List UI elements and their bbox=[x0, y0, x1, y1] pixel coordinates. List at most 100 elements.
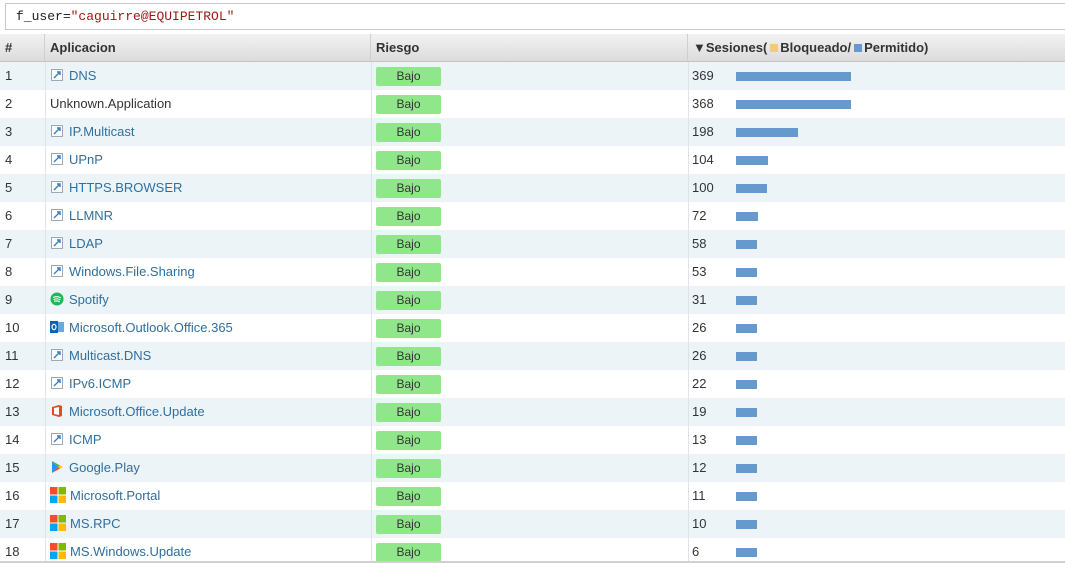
application-cell[interactable]: ICMP bbox=[45, 426, 371, 454]
risk-badge: Bajo bbox=[376, 375, 441, 394]
sessions-bar[interactable] bbox=[736, 380, 757, 389]
application-name[interactable]: IP.Multicast bbox=[69, 124, 135, 139]
sessions-bar[interactable] bbox=[736, 436, 757, 445]
table-row[interactable]: 11 Multicast.DNS Bajo 26 bbox=[0, 342, 1065, 370]
column-divider bbox=[371, 314, 372, 342]
filter-input[interactable]: f_user = "caguirre@EQUIPETROL" bbox=[5, 3, 1065, 30]
table-row[interactable]: 6 LLMNR Bajo 72 bbox=[0, 202, 1065, 230]
column-divider bbox=[371, 62, 372, 90]
application-cell[interactable]: Spotify bbox=[45, 286, 371, 314]
sessions-bar[interactable] bbox=[736, 240, 757, 249]
application-name[interactable]: DNS bbox=[69, 68, 96, 83]
row-index: 3 bbox=[5, 124, 13, 139]
risk-badge: Bajo bbox=[376, 179, 441, 198]
application-name[interactable]: ICMP bbox=[69, 432, 102, 447]
application-cell[interactable]: LDAP bbox=[45, 230, 371, 258]
application-name[interactable]: Microsoft.Outlook.Office.365 bbox=[69, 320, 233, 335]
table-row[interactable]: 13 Microsoft.Office.Update Bajo 19 bbox=[0, 398, 1065, 426]
sessions-bar[interactable] bbox=[736, 100, 851, 109]
table-row[interactable]: 4 UPnP Bajo 104 bbox=[0, 146, 1065, 174]
column-divider bbox=[688, 258, 689, 286]
application-name[interactable]: Spotify bbox=[69, 292, 109, 307]
application-cell[interactable]: MS.RPC bbox=[45, 510, 371, 538]
sessions-bar[interactable] bbox=[736, 324, 757, 333]
column-divider bbox=[688, 538, 689, 563]
application-name[interactable]: IPv6.ICMP bbox=[69, 376, 131, 391]
generic-app-icon bbox=[50, 64, 64, 81]
table-row[interactable]: 16 Microsoft.Portal Bajo 11 bbox=[0, 482, 1065, 510]
sessions-bar[interactable] bbox=[736, 212, 758, 221]
application-cell[interactable]: HTTPS.BROWSER bbox=[45, 174, 371, 202]
sessions-bar[interactable] bbox=[736, 464, 757, 473]
application-cell[interactable]: LLMNR bbox=[45, 202, 371, 230]
application-cell[interactable]: DNS bbox=[45, 62, 371, 90]
column-divider bbox=[688, 230, 689, 258]
table-row[interactable]: 8 Windows.File.Sharing Bajo 53 bbox=[0, 258, 1065, 286]
application-name[interactable]: Windows.File.Sharing bbox=[69, 264, 195, 279]
sessions-bar[interactable] bbox=[736, 548, 757, 557]
row-index: 10 bbox=[5, 320, 20, 335]
table-row[interactable]: 7 LDAP Bajo 58 bbox=[0, 230, 1065, 258]
application-cell[interactable]: Microsoft.Outlook.Office.365 bbox=[45, 314, 371, 342]
sessions-bar[interactable] bbox=[736, 72, 851, 81]
application-name[interactable]: LLMNR bbox=[69, 208, 113, 223]
table-row[interactable]: 12 IPv6.ICMP Bajo 22 bbox=[0, 370, 1065, 398]
application-cell[interactable]: Microsoft.Office.Update bbox=[45, 398, 371, 426]
application-name[interactable]: Multicast.DNS bbox=[69, 348, 151, 363]
column-header-index[interactable]: # bbox=[0, 34, 45, 61]
sessions-count: 10 bbox=[692, 516, 707, 531]
column-divider bbox=[371, 174, 372, 202]
allowed-legend-label: Permitido) bbox=[864, 40, 929, 55]
sessions-count: 198 bbox=[692, 124, 714, 139]
sessions-bar[interactable] bbox=[736, 352, 757, 361]
column-divider bbox=[688, 202, 689, 230]
table-row[interactable]: 15 Google.Play Bajo 12 bbox=[0, 454, 1065, 482]
column-header-sessions[interactable]: ▼Sesiones(Bloqueado/Permitido) bbox=[688, 34, 1065, 61]
application-cell[interactable]: IP.Multicast bbox=[45, 118, 371, 146]
sessions-count: 11 bbox=[692, 488, 706, 503]
table-row[interactable]: 10 Microsoft.Outlook.Office.365 Bajo 26 bbox=[0, 314, 1065, 342]
sessions-bar[interactable] bbox=[736, 156, 768, 165]
application-name[interactable]: Microsoft.Portal bbox=[70, 488, 160, 503]
table-row[interactable]: 14 ICMP Bajo 13 bbox=[0, 426, 1065, 454]
application-cell[interactable]: IPv6.ICMP bbox=[45, 370, 371, 398]
application-name[interactable]: MS.RPC bbox=[70, 516, 121, 531]
column-header-risk[interactable]: Riesgo bbox=[371, 34, 688, 61]
sessions-bar[interactable] bbox=[736, 128, 798, 137]
application-cell[interactable]: Microsoft.Portal bbox=[45, 482, 371, 510]
column-divider bbox=[688, 314, 689, 342]
column-header-application[interactable]: Aplicacion bbox=[45, 34, 371, 61]
table-row[interactable]: 1 DNS Bajo 369 bbox=[0, 62, 1065, 90]
table-row[interactable]: 18 MS.Windows.Update Bajo 6 bbox=[0, 538, 1065, 563]
application-cell[interactable]: Windows.File.Sharing bbox=[45, 258, 371, 286]
column-divider bbox=[371, 510, 372, 538]
table-row[interactable]: 17 MS.RPC Bajo 10 bbox=[0, 510, 1065, 538]
table-row[interactable]: 5 HTTPS.BROWSER Bajo 100 bbox=[0, 174, 1065, 202]
windows-logo-icon bbox=[50, 485, 66, 503]
table-row[interactable]: 9 Spotify Bajo 31 bbox=[0, 286, 1065, 314]
table-row[interactable]: 2 Unknown.Application Bajo 368 bbox=[0, 90, 1065, 118]
application-cell[interactable]: MS.Windows.Update bbox=[45, 538, 371, 563]
risk-badge: Bajo bbox=[376, 263, 441, 282]
application-cell[interactable]: Multicast.DNS bbox=[45, 342, 371, 370]
application-name[interactable]: Microsoft.Office.Update bbox=[69, 404, 205, 419]
application-cell[interactable]: UPnP bbox=[45, 146, 371, 174]
sessions-count: 31 bbox=[692, 292, 707, 307]
generic-app-icon bbox=[50, 344, 64, 361]
application-cell[interactable]: Google.Play bbox=[45, 454, 371, 482]
sessions-bar[interactable] bbox=[736, 268, 757, 277]
column-divider bbox=[688, 90, 689, 118]
column-divider bbox=[371, 426, 372, 454]
sessions-bar[interactable] bbox=[736, 184, 767, 193]
application-name[interactable]: LDAP bbox=[69, 236, 103, 251]
sessions-bar[interactable] bbox=[736, 296, 757, 305]
application-name[interactable]: UPnP bbox=[69, 152, 103, 167]
sessions-count: 6 bbox=[692, 544, 700, 559]
sessions-bar[interactable] bbox=[736, 408, 757, 417]
sessions-bar[interactable] bbox=[736, 492, 757, 501]
sessions-bar[interactable] bbox=[736, 520, 757, 529]
application-name[interactable]: Google.Play bbox=[69, 460, 140, 475]
application-name[interactable]: MS.Windows.Update bbox=[70, 544, 191, 559]
table-row[interactable]: 3 IP.Multicast Bajo 198 bbox=[0, 118, 1065, 146]
application-name[interactable]: HTTPS.BROWSER bbox=[69, 180, 182, 195]
